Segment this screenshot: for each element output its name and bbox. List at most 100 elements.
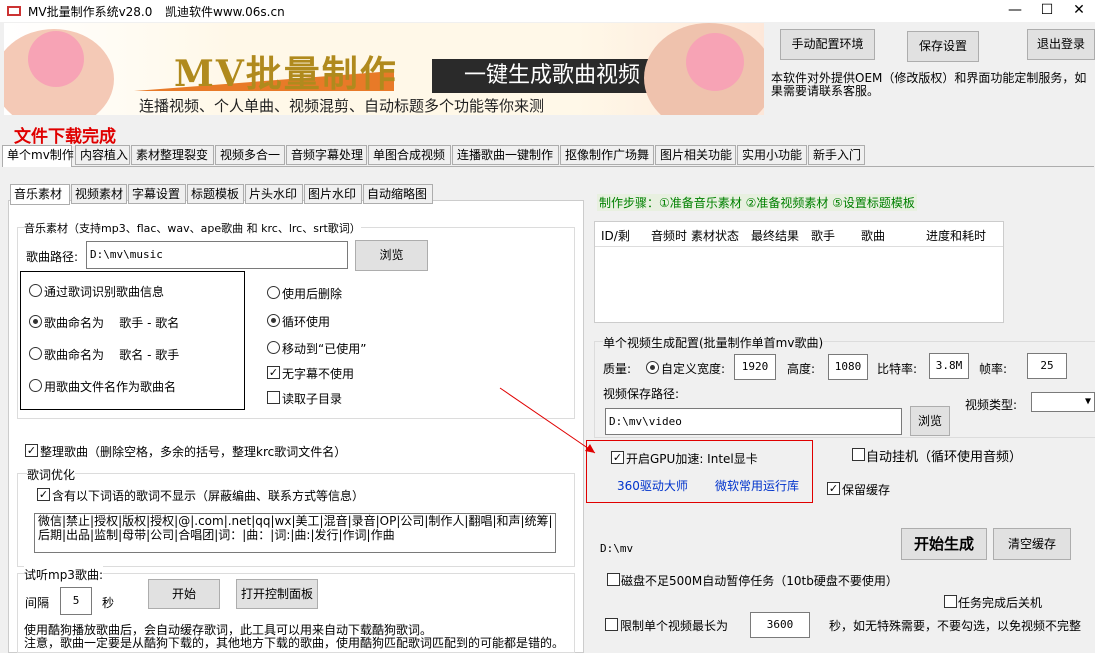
driver-link[interactable]: 360驱动大师	[617, 477, 688, 494]
subtab-music[interactable]: 音乐素材	[10, 184, 70, 205]
app-icon	[7, 6, 21, 16]
limit-input[interactable]: 3600	[750, 612, 810, 638]
quality-label: 质量:	[603, 362, 632, 376]
subtab-thumbnail[interactable]: 自动缩略图	[363, 184, 433, 204]
oem-notice: 本软件对外提供OEM（修改版权）和界面功能定制服务，如果需要请联系客服。	[771, 71, 1087, 98]
chevron-down-icon: ▼	[1084, 396, 1091, 407]
song-path-input[interactable]: D:\mv\music	[86, 241, 348, 269]
annotation-arrow-icon	[499, 387, 596, 454]
limit-tail-label: 秒，如无特殊需要，不要勾选，以免视频不完整	[829, 619, 1082, 633]
tab-playlist[interactable]: 连播歌曲一键制作	[452, 145, 559, 165]
lyric-hide-label: 含有以下词语的歌词不显示（屏蔽编曲、联系方式等信息）	[52, 489, 365, 503]
interval-label: 间隔	[25, 596, 50, 610]
interval-unit: 秒	[102, 596, 115, 610]
maximize-button[interactable]: ☐	[1032, 0, 1062, 22]
naming-radio-2[interactable]	[29, 347, 42, 360]
disk-pause-label: 磁盘不足500M自动暂停任务（10tb硬盘不要使用）	[621, 574, 898, 588]
after-use-radio-1[interactable]	[267, 314, 280, 327]
tidy-label: 整理歌曲（删除空格，多余的括号，整理krc歌词文件名）	[40, 445, 347, 459]
bitrate-input[interactable]: 3.8M	[929, 353, 969, 379]
video-type-label: 视频类型:	[965, 398, 1018, 412]
manual-env-button[interactable]: 手动配置环境	[780, 29, 875, 60]
save-path-input[interactable]: D:\mv\video	[605, 408, 902, 435]
window-title: MV批量制作系统v28.0	[28, 5, 153, 19]
fps-input[interactable]: 25	[1027, 353, 1067, 379]
shutdown-label: 任务完成后关机	[958, 596, 1043, 610]
naming-radio-0[interactable]	[29, 284, 42, 297]
preview-start-button[interactable]: 开始	[148, 579, 220, 609]
subtab-image-watermark[interactable]: 图片水印	[304, 184, 362, 204]
disk-pause-checkbox[interactable]	[607, 573, 620, 586]
height-input[interactable]: 1080	[828, 354, 868, 380]
lyric-words-input[interactable]: 微信|禁止|授权|版权|授权|@|.com|.net|qq|wx|美工|混音|录…	[34, 513, 556, 553]
col-material: 素材状态	[691, 229, 740, 243]
subtab-intro-watermark[interactable]: 片头水印	[245, 184, 303, 204]
after-use-label-2: 移动到“已使用”	[282, 342, 367, 356]
lyric-hide-checkbox[interactable]: ✓	[37, 488, 50, 501]
after-use-label-1: 循环使用	[282, 315, 331, 329]
music-group-title: 音乐素材（支持mp3、flac、wav、ape歌曲 和 krc、lrc、srt歌…	[24, 220, 361, 236]
subtab-video[interactable]: 视频素材	[71, 184, 127, 204]
after-use-radio-2[interactable]	[267, 341, 280, 354]
tab-keying[interactable]: 抠像制作广场舞	[560, 145, 654, 165]
read-subdir-checkbox[interactable]	[267, 391, 280, 404]
read-subdir-label: 读取子目录	[282, 392, 343, 406]
video-type-select[interactable]: ▼	[1031, 392, 1095, 412]
col-audio: 音频时	[651, 229, 688, 243]
start-generate-button[interactable]: 开始生成	[901, 528, 987, 560]
preview-title: 试听mp3歌曲:	[24, 566, 103, 583]
logout-button[interactable]: 退出登录	[1027, 29, 1095, 60]
shutdown-checkbox[interactable]	[944, 595, 957, 608]
keep-cache-checkbox[interactable]: ✓	[827, 482, 840, 495]
custom-width-radio[interactable]	[646, 361, 659, 374]
save-path-browse-button[interactable]: 浏览	[910, 406, 950, 436]
tab-utilities[interactable]: 实用小功能	[737, 145, 807, 165]
save-settings-button[interactable]: 保存设置	[907, 31, 979, 62]
naming-radio-1[interactable]	[29, 315, 42, 328]
tab-image-video[interactable]: 单图合成视频	[368, 145, 451, 165]
banner-slogan: 一键生成歌曲视频	[432, 59, 672, 93]
auto-hang-checkbox[interactable]	[852, 448, 865, 461]
title-bar: MV批量制作系统v28.0 凯迪软件www.06s.cn — ☐ ✕	[0, 0, 1095, 22]
song-path-label: 歌曲路径:	[26, 250, 79, 264]
banner: MV批量制作 一键生成歌曲视频 连播视频、个人单曲、视频混剪、自动标题多个功能等…	[4, 23, 764, 115]
gpu-checkbox[interactable]: ✓	[611, 451, 624, 464]
col-id: ID/剩	[601, 229, 630, 243]
subtab-subtitle[interactable]: 字幕设置	[128, 184, 186, 204]
naming-label-3: 用歌曲文件名作为歌曲名	[44, 380, 177, 394]
clear-cache-button[interactable]: 清空缓存	[993, 528, 1071, 560]
tab-audio-subtitle[interactable]: 音频字幕处理	[286, 145, 367, 165]
height-label: 高度:	[787, 362, 816, 376]
output-dir-text: D:\mv	[600, 542, 634, 555]
subtab-title-template[interactable]: 标题模板	[187, 184, 244, 204]
minimize-button[interactable]: —	[1000, 0, 1030, 22]
runtime-link[interactable]: 微软常用运行库	[715, 477, 799, 494]
song-browse-button[interactable]: 浏览	[355, 240, 428, 271]
tab-material-split[interactable]: 素材整理裂变	[131, 145, 214, 165]
width-input[interactable]: 1920	[734, 354, 776, 380]
naming-radio-3[interactable]	[29, 379, 42, 392]
tab-content-insert[interactable]: 内容植入	[75, 145, 130, 165]
naming-label-1: 歌曲命名为 歌手 - 歌名	[44, 316, 180, 330]
tab-beginner[interactable]: 新手入门	[808, 145, 865, 165]
gpu-label: 开启GPU加速: Intel显卡	[626, 452, 758, 466]
preview-note-2: 注意，歌曲一定要是从酷狗下载的，其他地方下载的歌曲，使用酷狗匹配歌词匹配到的可能…	[24, 636, 565, 650]
tab-single-mv[interactable]: 单个mv制作	[2, 145, 74, 167]
banner-subtitle: 连播视频、个人单曲、视频混剪、自动标题多个功能等你来测	[139, 97, 545, 115]
col-singer: 歌手	[811, 229, 836, 243]
after-use-radio-0[interactable]	[267, 286, 280, 299]
status-text: 文件下载完成	[14, 127, 116, 147]
task-table: ID/剩 音频时 素材状态 最终结果 歌手 歌曲 进度和耗时	[594, 221, 1004, 323]
limit-checkbox[interactable]	[605, 618, 618, 631]
close-button[interactable]: ✕	[1064, 0, 1094, 22]
open-panel-button[interactable]: 打开控制面板	[236, 579, 318, 609]
no-subtitle-checkbox[interactable]: ✓	[267, 366, 280, 379]
tab-image-tools[interactable]: 图片相关功能	[655, 145, 736, 165]
config-title: 单个视频生成配置(批量制作单首mv歌曲)	[603, 334, 824, 351]
tidy-checkbox[interactable]: ✓	[25, 444, 38, 457]
tab-video-merge[interactable]: 视频多合一	[215, 145, 285, 165]
interval-input[interactable]: 5	[60, 587, 92, 615]
lyric-group-title: 歌词优化	[27, 466, 76, 483]
no-subtitle-label: 无字幕不使用	[282, 367, 355, 381]
limit-label: 限制单个视频最长为	[620, 619, 729, 633]
